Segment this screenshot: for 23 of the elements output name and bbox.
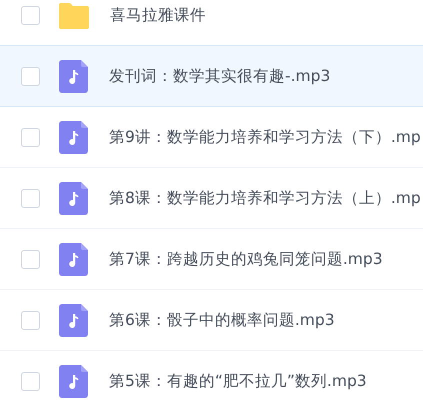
music-file-icon xyxy=(59,120,88,154)
music-file-icon xyxy=(59,364,88,398)
music-file-icon xyxy=(59,60,88,92)
checkbox[interactable] xyxy=(21,6,40,24)
file-name: 第8课：数学能力培养和学习方法（上）.mp xyxy=(109,188,421,208)
checkbox[interactable] xyxy=(21,66,40,86)
folder-icon xyxy=(59,1,89,29)
file-name: 第5课：有趣的“肥不拉几”数列.mp3 xyxy=(109,370,367,392)
checkbox[interactable] xyxy=(21,128,40,146)
file-row[interactable]: 发刊词：数学其实很有趣-.mp3 xyxy=(0,46,423,107)
checkbox[interactable] xyxy=(21,372,40,390)
file-name: 喜马拉雅课件 xyxy=(110,4,206,26)
music-file-icon xyxy=(59,242,88,276)
music-file-icon xyxy=(59,304,88,336)
checkbox[interactable] xyxy=(21,188,40,208)
music-file-icon xyxy=(59,182,88,214)
file-name: 发刊词：数学其实很有趣-.mp3 xyxy=(109,66,330,86)
file-name: 第6课：骰子中的概率问题.mp3 xyxy=(109,310,335,330)
file-row[interactable]: 喜马拉雅课件 xyxy=(0,0,423,46)
file-name: 第9讲：数学能力培养和学习方法（下）.mp xyxy=(109,126,421,148)
checkbox[interactable] xyxy=(21,310,40,330)
file-name: 第7课：跨越历史的鸡兔同笼问题.mp3 xyxy=(109,248,383,270)
checkbox[interactable] xyxy=(21,250,40,268)
